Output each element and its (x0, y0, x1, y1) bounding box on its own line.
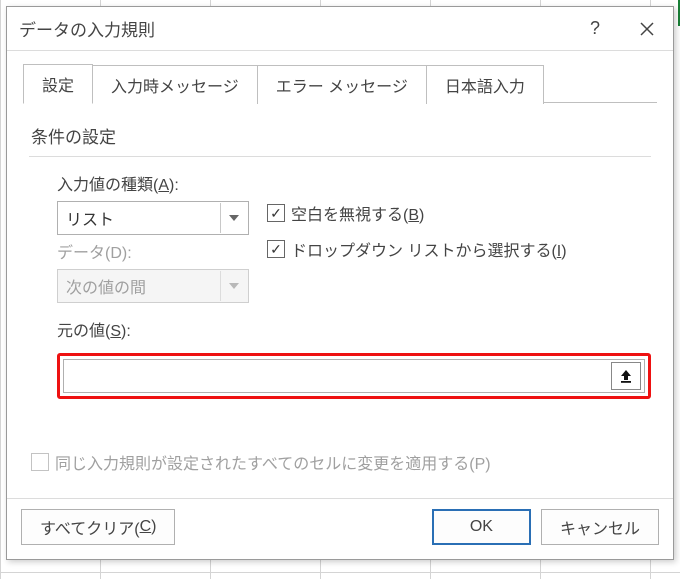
tab-label: 入力時メッセージ (111, 79, 239, 96)
check-icon: ✓ (270, 242, 282, 256)
checkbox-label: 同じ入力規則が設定されたすべてのセルに変更を適用する(P) (55, 450, 491, 474)
close-button[interactable] (621, 7, 673, 51)
help-icon: ? (590, 18, 600, 39)
tab-label: 日本語入力 (445, 79, 525, 96)
checkbox-label: ドロップダウン リストから選択する(I) (291, 237, 567, 261)
button-label: キャンセル (560, 515, 640, 539)
chevron-down-icon (220, 203, 246, 233)
checkbox-box: ✓ (267, 240, 285, 258)
collapse-dialog-button[interactable] (611, 362, 641, 390)
apply-all-checkbox: 同じ入力規則が設定されたすべてのセルに変更を適用する(P) (31, 450, 651, 474)
allow-value: リスト (66, 206, 220, 230)
data-combobox: 次の値の間 (57, 269, 249, 303)
close-icon (639, 21, 655, 37)
section-rule (29, 156, 651, 157)
data-label: データ(D): (57, 239, 249, 263)
ok-button[interactable]: OK (432, 509, 531, 545)
source-label: 元の値(S): (57, 317, 651, 341)
help-button[interactable]: ? (569, 7, 621, 51)
source-highlight (57, 353, 651, 399)
titlebar: データの入力規則 ? (7, 7, 673, 51)
checkbox-box: ✓ (267, 204, 285, 222)
clear-all-button[interactable]: すべてクリア(C) (21, 509, 175, 545)
chevron-down-icon (220, 271, 246, 301)
dialog-footer: すべてクリア(C) OK キャンセル (7, 498, 673, 559)
checkbox-label: 空白を無視する(B) (291, 201, 424, 225)
button-label: OK (470, 518, 493, 536)
allow-label: 入力値の種類(A): (57, 171, 249, 195)
data-validation-dialog: データの入力規則 ? 設定 入力時メッセージ エラー メッセージ 日本語入力 条… (6, 6, 674, 560)
ignore-blank-checkbox[interactable]: ✓ 空白を無視する(B) (267, 201, 567, 225)
cancel-button[interactable]: キャンセル (541, 509, 659, 545)
tab-label: 設定 (42, 78, 74, 95)
tabstrip: 設定 入力時メッセージ エラー メッセージ 日本語入力 (23, 69, 657, 103)
tab-error-alert[interactable]: エラー メッセージ (257, 65, 427, 104)
settings-panel: 条件の設定 入力値の種類(A): リスト データ(D): 次の値の間 (23, 103, 657, 488)
section-title: 条件の設定 (31, 123, 651, 148)
checkbox-box (31, 453, 49, 471)
in-cell-dropdown-checkbox[interactable]: ✓ ドロップダウン リストから選択する(I) (267, 237, 567, 261)
arrow-up-icon (619, 368, 633, 384)
source-input[interactable] (64, 360, 608, 392)
tab-input-message[interactable]: 入力時メッセージ (92, 65, 258, 104)
tab-settings[interactable]: 設定 (23, 64, 93, 104)
data-value: 次の値の間 (66, 274, 220, 298)
check-icon: ✓ (270, 206, 282, 220)
tab-label: エラー メッセージ (276, 79, 408, 96)
dialog-title: データの入力規則 (19, 16, 569, 41)
tab-ime-mode[interactable]: 日本語入力 (426, 65, 544, 104)
allow-combobox[interactable]: リスト (57, 201, 249, 235)
